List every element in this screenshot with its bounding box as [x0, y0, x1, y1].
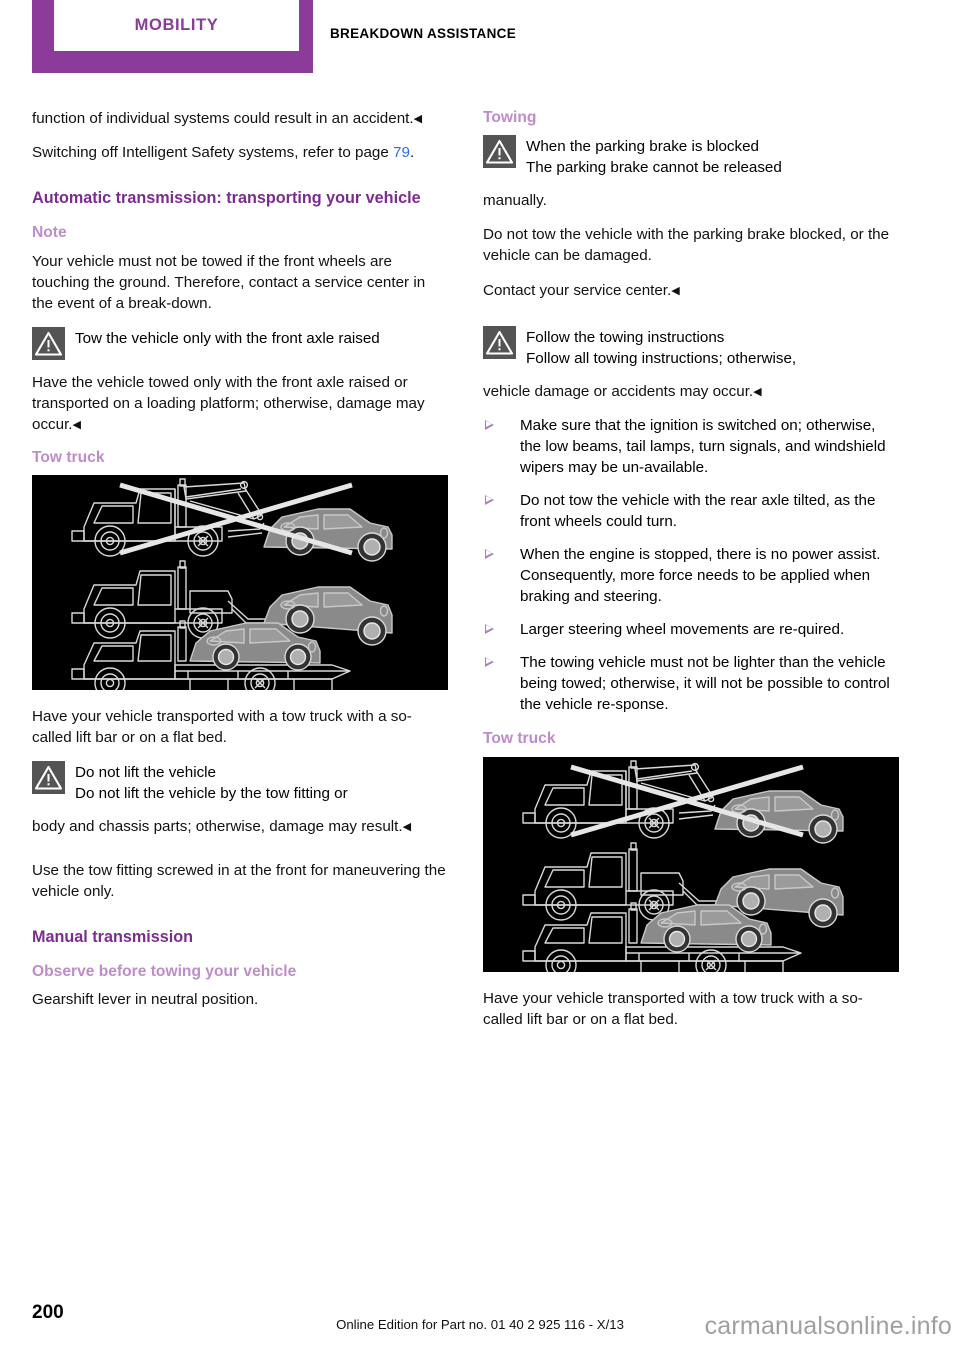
list-item-text: Larger steering wheel movements are re-q… [520, 621, 845, 639]
parking-brake-paragraph-3: Contact your service center.◀ [483, 280, 900, 301]
tow-truck-methods-illustration-left [32, 475, 448, 691]
warning-lead-towing-instructions: Follow all towing instructions; otherwis… [526, 349, 797, 367]
end-of-warning-marker: ◀ [753, 385, 762, 398]
subheading-tow-truck-left: Tow truck [32, 449, 105, 467]
figure-caption-left: Have your vehicle transported with a tow… [32, 708, 412, 747]
figure-caption-right: Have your vehicle transported with a tow… [483, 989, 863, 1028]
warning-triangle-icon [483, 135, 516, 169]
note-paragraph: Your vehicle must not be towed if the fr… [32, 252, 426, 312]
tow-fitting-paragraph: Use the tow fitting screwed in at the fr… [32, 861, 446, 900]
cross-reference-prefix: Switching off Intelligent Safety systems… [32, 144, 394, 162]
warning-body-do-not-lift: body and chassis parts; otherwise, damag… [32, 816, 449, 837]
warning-body-towing-instructions: vehicle damage or accidents may occur.◀ [483, 381, 900, 402]
subheading-tow-truck-right: Tow truck [483, 730, 556, 748]
left-column: function of individual systems could res… [32, 108, 449, 1023]
end-of-warning-marker: ◀ [671, 284, 680, 297]
warning-body-front-axle: Have the vehicle towed only with the fro… [32, 372, 449, 435]
right-column: Towing When the parking brake is blocked… [483, 108, 900, 1043]
list-item-text: Make sure that the ignition is switched … [520, 416, 886, 476]
list-item: Make sure that the ignition is switched … [483, 415, 900, 478]
list-item-text: The towing vehicle must not be lighter t… [520, 654, 890, 714]
section-tab-label: MOBILITY [134, 16, 219, 34]
gearshift-paragraph: Gearshift lever in neutral position. [32, 991, 259, 1009]
continued-paragraph: function of individual systems could res… [32, 108, 449, 129]
warning-lead-parking-brake: The parking brake cannot be released [526, 159, 782, 177]
end-of-warning-marker: ◀ [72, 418, 81, 431]
heading-automatic-transmission: Automatic transmission: transporting you… [32, 189, 421, 208]
page-header: MOBILITY BREAKDOWN ASSISTANCE [0, 0, 960, 80]
warning-triangle-icon [32, 326, 65, 360]
warning-body-front-axle-text: Have the vehicle towed only with the fro… [32, 373, 425, 433]
parking-brake-paragraph-2: Do not tow the vehicle with the parking … [483, 226, 890, 265]
bullet-triangle-icon [485, 419, 494, 430]
warning-title-towing-instructions: Follow the towing instructions [526, 328, 725, 346]
subheading-towing: Towing [483, 109, 537, 126]
section-tab-inner: MOBILITY [54, 0, 299, 51]
section-tab-mobility: MOBILITY [32, 0, 313, 73]
bullet-triangle-icon [485, 494, 494, 505]
warning-block-parking-brake: When the parking brake is blocked The pa… [483, 135, 900, 178]
warning-triangle-icon [483, 325, 516, 359]
warning-title-parking-brake: When the parking brake is blocked [526, 138, 760, 156]
bullet-triangle-icon [485, 548, 494, 559]
continued-paragraph-text: function of individual systems could res… [32, 110, 414, 127]
warning-title-front-axle: Tow the vehicle only with the front axle… [75, 329, 380, 347]
end-of-warning-marker: ◀ [402, 821, 412, 834]
warning-lead-do-not-lift: Do not lift the vehicle by the tow fitti… [75, 785, 348, 803]
warning-title-do-not-lift: Do not lift the vehicle [75, 764, 216, 782]
warning-block-do-not-lift: Do not lift the vehicle Do not lift the … [32, 761, 449, 804]
subheading-observe-before-towing: Observe before towing your vehicle [32, 962, 297, 980]
subheading-note: Note [32, 224, 67, 242]
list-item: When the engine is stopped, there is no … [483, 544, 900, 607]
warning-body-do-not-lift-text: body and chassis parts; otherwise, damag… [32, 818, 403, 836]
bullet-triangle-icon [485, 657, 494, 668]
end-of-warning-marker: ◀ [413, 113, 423, 125]
bullet-triangle-icon [485, 624, 494, 635]
cross-reference-suffix: . [409, 144, 415, 162]
list-item: Larger steering wheel movements are re-q… [483, 619, 900, 640]
warning-body-parking-brake: manually. [483, 192, 547, 210]
warning-block-towing-instructions: Follow the towing instructions Follow al… [483, 325, 900, 369]
parking-brake-paragraph-3-text: Contact your service center. [483, 281, 672, 299]
towing-instruction-list: Make sure that the ignition is switched … [483, 415, 900, 716]
warning-triangle-icon [32, 761, 65, 795]
heading-manual-transmission: Manual transmission [32, 927, 194, 946]
page-footer: 200 Online Edition for Part no. 01 40 2 … [0, 1282, 960, 1362]
page-reference-link[interactable]: 79 [393, 144, 410, 161]
tow-truck-methods-illustration-right [483, 756, 899, 972]
site-watermark: carmanualsonline.info [704, 1312, 952, 1340]
warning-block-front-axle: Tow the vehicle only with the front axle… [32, 326, 449, 360]
chapter-title: BREAKDOWN ASSISTANCE [330, 26, 517, 41]
list-item-text: When the engine is stopped, there is no … [520, 545, 881, 606]
list-item: The towing vehicle must not be lighter t… [483, 652, 900, 715]
cross-reference-paragraph: Switching off Intelligent Safety systems… [32, 142, 449, 163]
list-item-text: Do not tow the vehicle with the rear axl… [520, 491, 876, 530]
list-item: Do not tow the vehicle with the rear axl… [483, 490, 900, 532]
warning-body-towing-instructions-text: vehicle damage or accidents may occur. [483, 382, 754, 400]
